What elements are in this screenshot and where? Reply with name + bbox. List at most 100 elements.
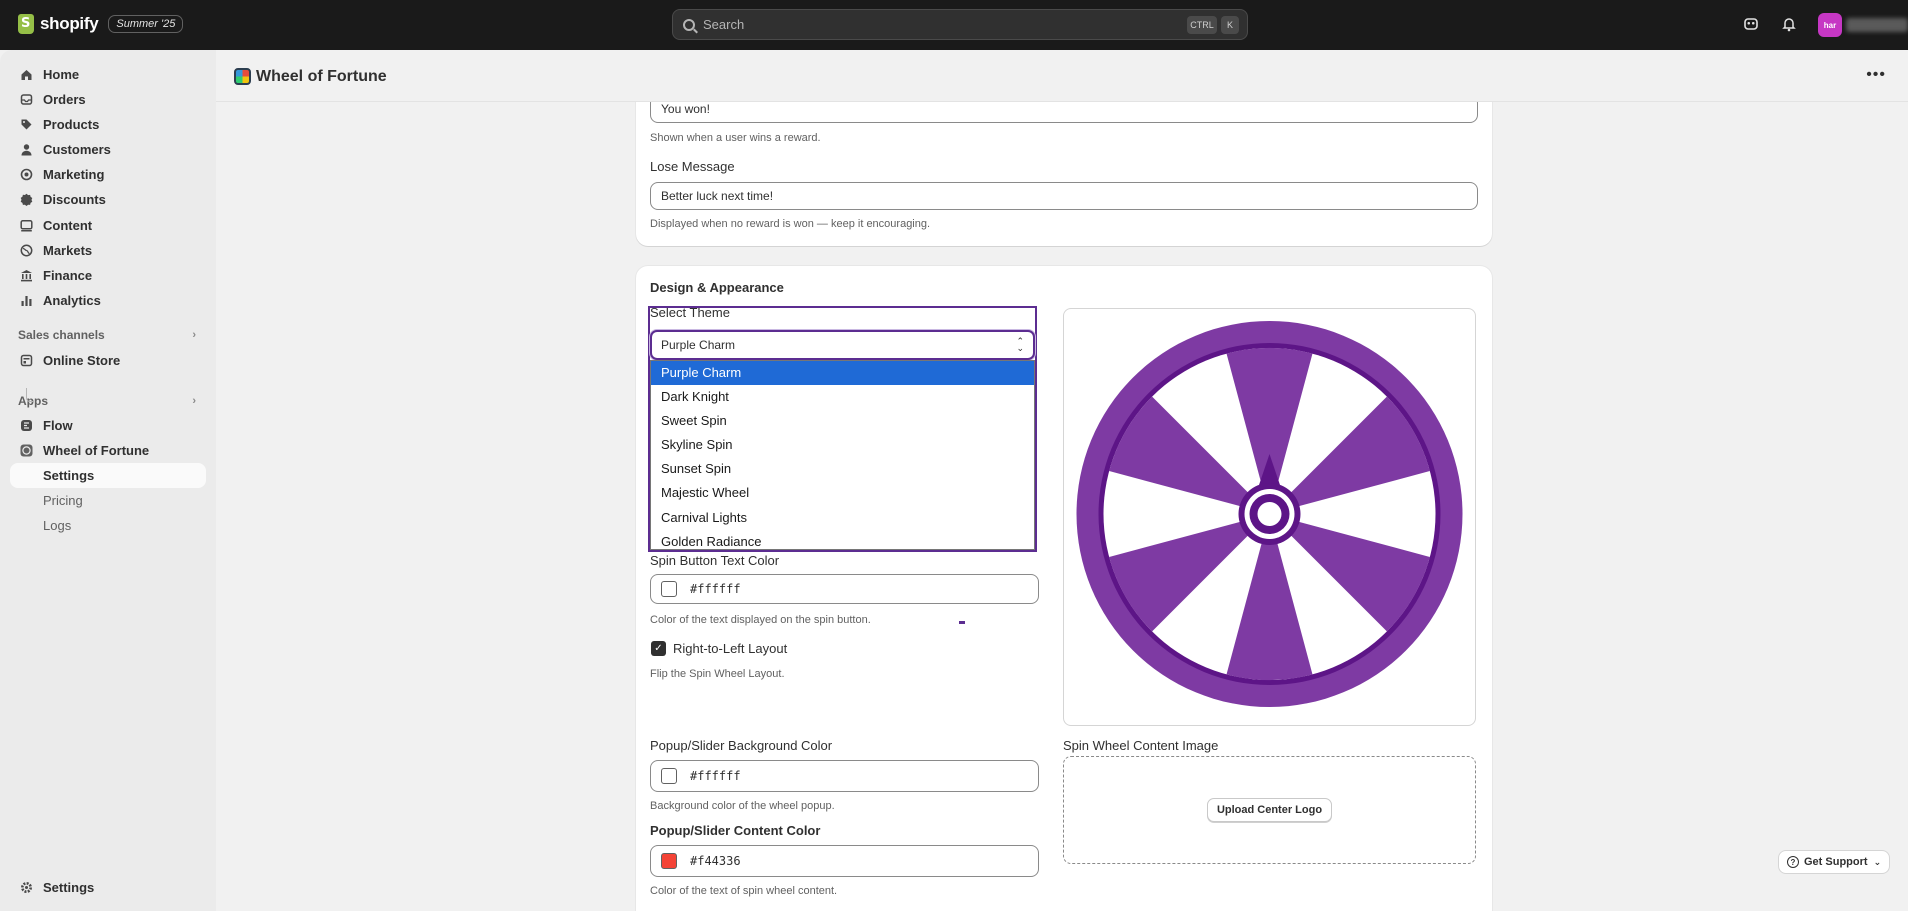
discount-icon [20,193,33,207]
brand-name: shopify [40,14,99,33]
theme-option[interactable]: Majestic Wheel [651,481,1034,505]
color-picker-marker [959,621,965,624]
avatar[interactable]: har [1818,13,1842,37]
sidebar-item-home[interactable]: Home [10,62,206,87]
win-message-help: Shown when a user wins a reward. [650,132,821,144]
apps-section[interactable]: Apps › [10,388,206,413]
upload-center-logo-button[interactable]: Upload Center Logo [1207,798,1332,822]
sidebar-item-products[interactable]: Products [10,112,206,137]
sidebar-item-label: Marketing [43,167,105,183]
sidebar-item-customers[interactable]: Customers [10,137,206,162]
popup-bg-color-help: Background color of the wheel popup. [650,800,835,812]
image-icon [20,219,33,232]
main-content: Wheel of Fortune ••• You won! Shown when… [216,50,1908,911]
sidebar-item-label: Flow [43,418,73,434]
sidekick-icon[interactable] [1742,15,1760,33]
sidebar-item-label: Analytics [43,292,101,308]
bell-icon[interactable] [1780,15,1798,33]
globe-icon [20,244,33,257]
rtl-layout-help: Flip the Spin Wheel Layout. [650,668,785,680]
sidebar-item-flow[interactable]: Flow [10,413,206,438]
bank-icon [20,269,33,282]
sidebar-item-markets[interactable]: Markets [10,238,206,263]
sidebar-item-label: Markets [43,242,93,258]
shopify-logo[interactable]: shopify Summer '25 [18,14,184,34]
sidebar-subitem-label: Settings [43,468,95,484]
popup-content-color-help: Color of the text of spin wheel content. [650,885,838,897]
sales-channels-label: Sales channels [18,328,105,343]
wheel-hub-center [1257,502,1282,526]
app-title-bar: Wheel of Fortune ••• [216,50,1908,102]
spin-text-color-input[interactable]: #ffffff [650,574,1039,604]
sidebar-item-online-store[interactable]: Online Store [10,348,206,373]
sales-channels-section[interactable]: Sales channels › [10,323,206,348]
theme-option[interactable]: Sunset Spin [651,457,1034,481]
wheel-app-logo-icon [234,68,251,85]
popup-bg-color-label: Popup/Slider Background Color [650,738,833,753]
sidebar: Home Orders Products Customers Marketing… [0,50,216,911]
search-input[interactable]: Search CTRL K [672,9,1248,40]
popup-content-color-value: #f44336 [690,854,741,868]
rtl-layout-checkbox[interactable]: ✓ [651,641,666,656]
theme-option[interactable]: Carnival Lights [651,506,1034,530]
popup-bg-color-value: #ffffff [690,769,741,783]
sidebar-item-label: Orders [43,92,86,108]
wheel-app-icon [20,444,33,457]
rtl-layout-label: Right-to-Left Layout [673,641,788,656]
sidebar-item-label: Wheel of Fortune [43,443,150,459]
spin-wheel-graphic [1076,321,1463,707]
sidebar-item-label: Finance [43,267,93,283]
popup-content-color-label: Popup/Slider Content Color [650,823,821,838]
popup-content-color-input[interactable]: #f44336 [650,845,1039,877]
select-arrows-icon: ⌃ ⌄ [1016,336,1024,353]
color-swatch[interactable] [661,853,677,869]
edition-badge[interactable]: Summer '25 [108,15,184,33]
sidebar-item-content[interactable]: Content [10,213,206,238]
win-message-value: You won! [661,102,710,116]
sidebar-item-label: Customers [43,142,111,158]
person-icon [20,143,33,156]
theme-option[interactable]: Purple Charm [651,361,1034,386]
popup-bg-color-input[interactable]: #ffffff [650,760,1039,792]
sidebar-subitem-settings[interactable]: Settings [10,463,206,489]
inbox-icon [20,93,33,106]
chevron-right-icon[interactable]: › [192,329,196,341]
sidebar-item-label: Products [43,117,100,133]
more-actions-icon[interactable]: ••• [1866,66,1886,84]
color-swatch[interactable] [661,768,677,784]
top-bar: shopify Summer '25 Search CTRL K har [0,0,1908,50]
get-support-button[interactable]: ? Get Support ⌄ [1778,850,1890,874]
lose-message-input[interactable]: Better luck next time! [650,182,1478,210]
admin-shell: Home Orders Products Customers Marketing… [0,50,1908,911]
theme-dropdown-list[interactable]: Purple Charm Dark Knight Sweet Spin Skyl… [650,360,1035,550]
design-section-title: Design & Appearance [650,280,784,295]
sidebar-item-label: Content [43,217,93,233]
search-icon [683,18,695,31]
sidebar-item-wheel-of-fortune[interactable]: Wheel of Fortune [10,438,206,463]
chevron-right-icon[interactable]: › [192,395,196,407]
sidebar-item-marketing[interactable]: Marketing [10,162,206,187]
theme-select-value: Purple Charm [661,338,736,352]
sidebar-subitem-pricing[interactable]: Pricing [10,488,206,513]
sidebar-item-label: Discounts [43,192,106,208]
theme-option[interactable]: Dark Knight [651,385,1034,409]
lose-message-value: Better luck next time! [661,189,774,203]
chevron-down-icon: ⌄ [1873,856,1882,867]
theme-option[interactable]: Golden Radiance [651,530,1034,549]
sidebar-subitem-logs[interactable]: Logs [10,513,206,538]
shortcut-k-key: K [1221,16,1239,34]
sidebar-item-discounts[interactable]: Discounts [10,187,206,212]
color-swatch[interactable] [661,581,677,597]
sidebar-item-analytics[interactable]: Analytics [10,288,206,313]
spin-text-color-help: Color of the text displayed on the spin … [650,614,871,626]
shortcut-ctrl-key: CTRL [1187,16,1217,34]
store-name-redacted[interactable] [1846,18,1908,32]
theme-option[interactable]: Sweet Spin [651,409,1034,433]
sidebar-item-orders[interactable]: Orders [10,87,206,112]
sidebar-item-settings[interactable]: Settings [10,875,206,900]
sidebar-item-finance[interactable]: Finance [10,263,206,288]
theme-option[interactable]: Skyline Spin [651,433,1034,457]
sidebar-item-label: Online Store [43,352,121,368]
theme-select[interactable]: Purple Charm ⌃ ⌄ [650,330,1035,360]
wheel-preview [1063,308,1476,726]
